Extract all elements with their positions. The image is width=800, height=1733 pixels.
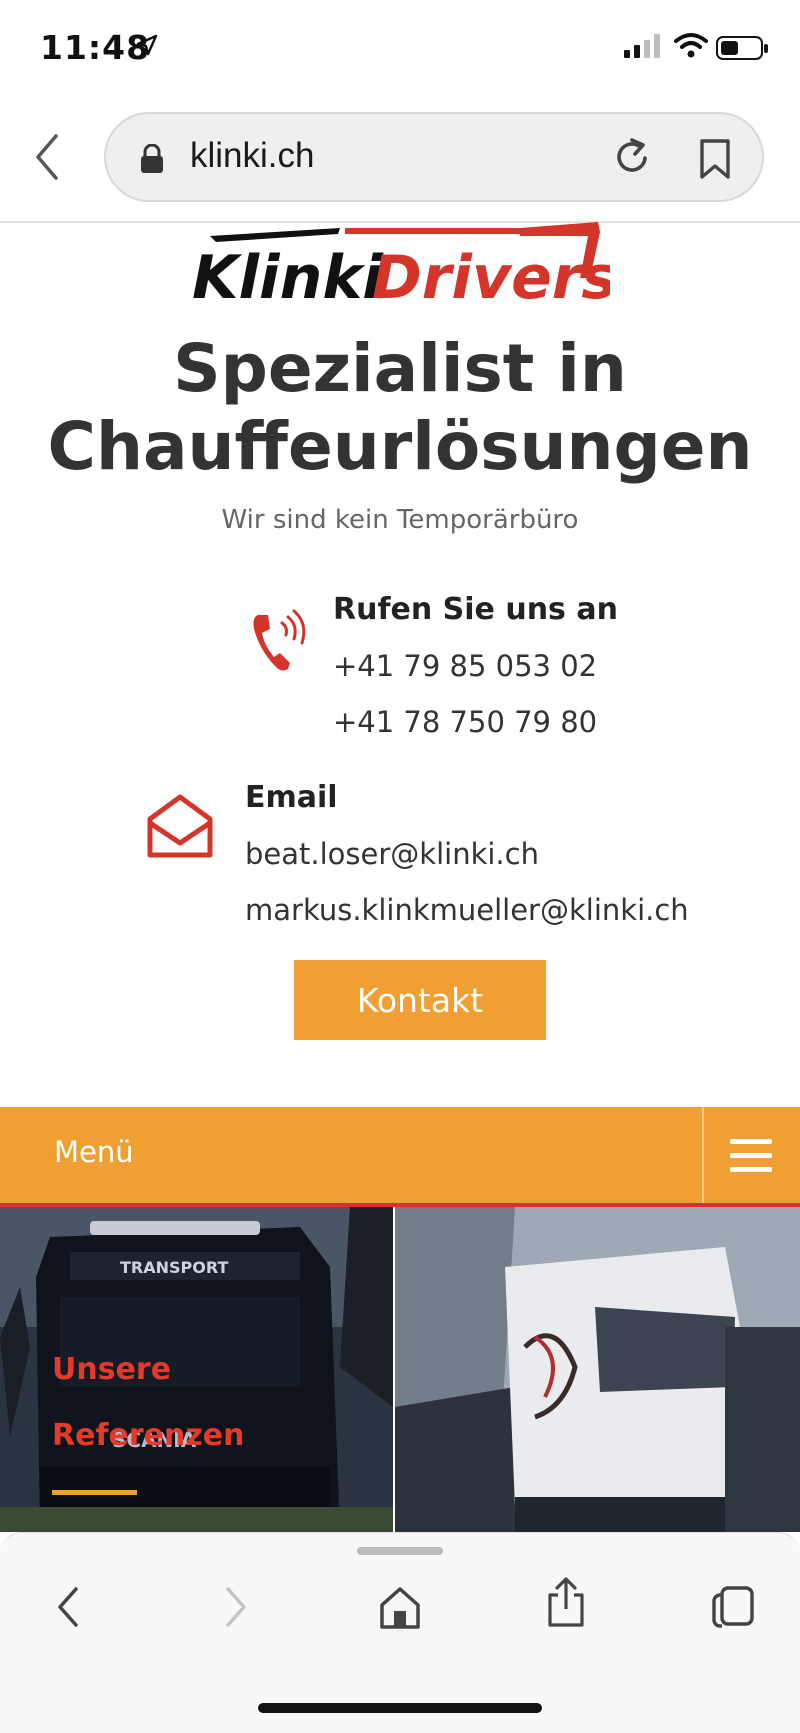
email-address-2[interactable]: markus.klinkmueller@klinki.ch	[245, 893, 689, 927]
address-bar[interactable]: klinki.ch	[104, 112, 764, 202]
share-icon[interactable]	[546, 1577, 586, 1629]
logo-text-drivers: Drivers	[372, 243, 610, 306]
references-line-1: Unsere	[52, 1352, 172, 1387]
forward-chevron-icon[interactable]	[218, 1585, 252, 1629]
home-icon[interactable]	[378, 1585, 422, 1631]
headline-line-1: Spezialist in	[173, 330, 627, 407]
page-headline: Spezialist in Chauffeurlösungen	[0, 330, 800, 486]
hamburger-icon[interactable]	[728, 1137, 774, 1175]
back-chevron-icon[interactable]	[30, 132, 64, 182]
sheet-grabber	[357, 1547, 443, 1555]
menu-bar[interactable]: Menü	[0, 1107, 800, 1207]
bookmark-icon[interactable]	[698, 138, 732, 180]
references-line-2: Referenzen	[52, 1418, 245, 1453]
phone-number-2[interactable]: +41 78 750 79 80	[333, 705, 618, 739]
phone-icon	[253, 609, 306, 671]
signal-icon	[624, 34, 660, 58]
phone-number-1[interactable]: +41 79 85 053 02	[333, 649, 618, 683]
klinki-drivers-logo[interactable]: Klinki Drivers	[190, 222, 610, 306]
references-gallery: TRANSPORT SCANIA Unsere Referenzen	[0, 1207, 800, 1532]
location-arrow-icon	[136, 34, 158, 56]
headline-line-2: Chauffeurlösungen	[47, 408, 753, 485]
references-underline	[52, 1490, 137, 1495]
reload-icon[interactable]	[611, 136, 653, 178]
url-text: klinki.ch	[190, 136, 315, 175]
back-chevron-icon[interactable]	[52, 1585, 86, 1629]
mail-icon	[147, 794, 213, 858]
white-truck-photo[interactable]	[395, 1207, 800, 1532]
logo-text-klinki: Klinki	[192, 243, 384, 306]
home-indicator	[258, 1703, 542, 1713]
browser-address-row: klinki.ch	[0, 100, 800, 220]
menu-label[interactable]: Menü	[54, 1135, 134, 1169]
page-subline: Wir sind kein Temporärbüro	[221, 505, 579, 535]
wifi-icon	[674, 33, 708, 58]
browser-toolbar	[0, 1532, 800, 1733]
truck-sign-text: TRANSPORT	[120, 1258, 228, 1277]
email-contact: Email beat.loser@klinki.ch markus.klinkm…	[245, 780, 689, 927]
tabs-icon[interactable]	[710, 1585, 756, 1629]
phone-title: Rufen Sie uns an	[333, 592, 618, 627]
references-heading[interactable]: Unsere Referenzen	[52, 1337, 245, 1469]
black-truck-photo[interactable]: TRANSPORT SCANIA Unsere Referenzen	[0, 1207, 393, 1532]
status-time: 11:48	[40, 28, 151, 67]
lock-icon	[141, 144, 163, 173]
email-title: Email	[245, 780, 338, 815]
email-address-1[interactable]: beat.loser@klinki.ch	[245, 837, 689, 871]
battery-icon	[716, 36, 768, 60]
phone-contact: Rufen Sie uns an +41 79 85 053 02 +41 78…	[333, 592, 618, 739]
kontakt-button[interactable]: Kontakt	[294, 960, 546, 1040]
status-bar: 11:48	[0, 0, 800, 100]
menu-separator	[702, 1107, 704, 1203]
